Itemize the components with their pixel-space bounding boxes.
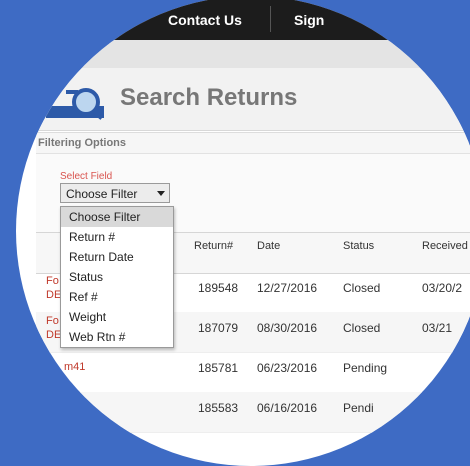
return-number: 189548 [198, 281, 239, 295]
filter-option-weight[interactable]: Weight [61, 307, 173, 327]
top-nav: Contact Us Sign [16, 0, 470, 40]
filter-option-return-no[interactable]: Return # [61, 227, 173, 247]
filter-option-choose-filter[interactable]: Choose Filter [61, 207, 173, 227]
return-number: 185583 [198, 401, 239, 415]
row-link[interactable]: Fo DE [46, 314, 61, 342]
sub-header-bar [16, 40, 470, 68]
return-number: 187079 [198, 321, 239, 335]
chevron-down-icon [157, 191, 165, 196]
return-date: 08/30/2016 [257, 321, 318, 335]
filter-select[interactable]: Choose Filter [60, 183, 170, 203]
return-date: 06/16/2016 [257, 401, 318, 415]
return-status: Closed [343, 321, 381, 335]
return-number: 185781 [198, 361, 239, 375]
filter-select-value: Choose Filter [66, 187, 138, 201]
filter-option-ref-no[interactable]: Ref # [61, 287, 173, 307]
filtering-options-label: Filtering Options [38, 137, 126, 149]
table-row[interactable]: 185583 06/16/2016 Pendi [36, 392, 470, 433]
filter-option-web-rtn-no[interactable]: Web Rtn # [61, 327, 173, 347]
row-link[interactable]: m41 [64, 360, 85, 374]
column-header-received[interactable]: Received [422, 240, 468, 252]
nav-separator [270, 6, 271, 32]
filter-option-status[interactable]: Status [61, 267, 173, 287]
sign-in-link[interactable]: Sign [294, 12, 324, 28]
table-row[interactable]: m41 185781 06/23/2016 Pending [36, 352, 470, 393]
return-status: Pendi [343, 401, 374, 415]
return-date: 06/23/2016 [257, 361, 318, 375]
return-date: 12/27/2016 [257, 281, 318, 295]
column-header-return-no[interactable]: Return# [194, 240, 233, 252]
contact-us-link[interactable]: Contact Us [168, 12, 242, 28]
column-header-date[interactable]: Date [257, 240, 280, 252]
page-title: Search Returns [120, 84, 298, 111]
return-status: Pending [343, 361, 388, 375]
magnifier-icon [46, 80, 106, 125]
app-window: Contact Us Sign Search Returns Filtering… [16, 0, 470, 451]
filter-dropdown-menu: Choose Filter Return # Return Date Statu… [60, 206, 174, 348]
column-header-status[interactable]: Status [343, 240, 374, 252]
select-field-label: Select Field [60, 171, 113, 182]
received-date: 03/21 [422, 321, 453, 335]
title-area: Search Returns [16, 68, 470, 131]
return-status: Closed [343, 281, 381, 295]
row-link[interactable]: Fo DE [46, 274, 61, 302]
zoom-circle: Contact Us Sign Search Returns Filtering… [16, 0, 470, 466]
filter-option-return-date[interactable]: Return Date [61, 247, 173, 267]
received-date: 03/20/2 [422, 281, 463, 295]
